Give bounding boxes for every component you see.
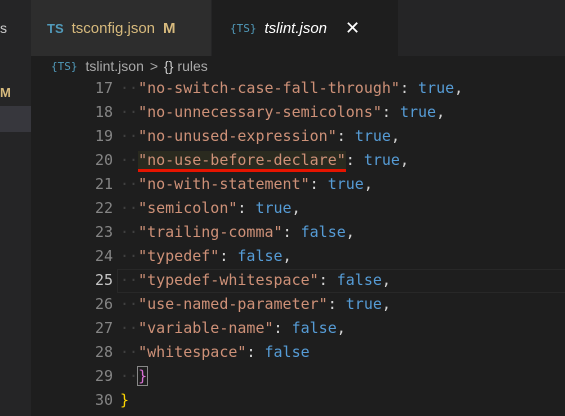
code-line: 21 ··"no-with-statement": true,: [31, 172, 565, 196]
code-editor[interactable]: 17 ··"no-switch-case-fall-through": true…: [31, 76, 565, 416]
colon: :: [336, 127, 355, 145]
rule-value: true: [399, 103, 437, 121]
explorer-modified-badge: M: [0, 85, 11, 100]
comma: ,: [363, 175, 373, 193]
comma: ,: [399, 151, 409, 169]
rule-value: true: [418, 79, 455, 97]
rule-key: "whitespace": [138, 343, 247, 361]
comma: ,: [454, 79, 464, 97]
line-number: 27: [94, 319, 113, 337]
rule-key: "no-unused-expression": [138, 127, 337, 145]
colon: :: [309, 175, 328, 193]
code-line: 19 ··"no-unused-expression": true,: [31, 124, 565, 148]
tslint-file-icon: {TS}: [51, 59, 78, 73]
rule-value: true: [345, 295, 382, 313]
code-line: 27 ··"variable-name": false,: [31, 316, 565, 340]
line-number: 22: [94, 199, 113, 217]
colon: :: [219, 247, 238, 265]
colon: :: [327, 295, 346, 313]
code-line: 26 ··"use-named-parameter": true,: [31, 292, 565, 316]
colon: :: [381, 103, 400, 121]
breadcrumb: {TS} tslint.json > {} rules: [31, 56, 565, 76]
explorer-edge: s M: [0, 0, 31, 416]
modified-badge: M: [163, 19, 176, 37]
rule-key: "no-unnecessary-semicolons": [138, 103, 382, 121]
code-line: 23 ··"trailing-comma": false,: [31, 220, 565, 244]
tab-tsconfig[interactable]: TS tsconfig.json M: [31, 0, 211, 56]
comma: ,: [336, 319, 346, 337]
breadcrumb-file[interactable]: tslint.json: [86, 58, 144, 74]
rule-key: "trailing-comma": [138, 223, 283, 241]
rule-value: true: [363, 151, 400, 169]
typescript-file-icon: TS: [47, 20, 64, 36]
colon: :: [399, 79, 419, 97]
line-number: 20: [94, 151, 113, 169]
rule-key: "use-named-parameter": [138, 295, 328, 313]
code-line: 24 ··"typedef": false,: [31, 244, 565, 268]
line-number: 19: [94, 127, 113, 145]
rule-key: "semicolon": [138, 199, 238, 217]
comma: ,: [436, 103, 446, 121]
rule-value: false: [264, 343, 310, 361]
line-number: 25: [94, 271, 113, 289]
comma: ,: [381, 295, 391, 313]
tab-tslint[interactable]: {TS} tslint.json ✕: [212, 0, 398, 56]
closing-brace-matched: }: [137, 366, 149, 386]
line-number: 28: [94, 343, 113, 361]
comma: ,: [390, 127, 400, 145]
explorer-selected-row[interactable]: [0, 106, 31, 132]
rule-value: false: [300, 223, 346, 241]
chevron-right-icon: >: [149, 58, 159, 74]
code-line-current: 25 ··"typedef-whitespace": false,: [31, 268, 565, 292]
colon: :: [318, 271, 337, 289]
code-line: 20 ··"no-use-before-declare": true,: [31, 148, 565, 172]
rule-key: "typedef-whitespace": [138, 271, 319, 289]
code-line: 17 ··"no-switch-case-fall-through": true…: [31, 76, 565, 100]
colon: :: [246, 343, 265, 361]
colon: :: [273, 319, 292, 337]
editor-tab-bar: TS tsconfig.json M {TS} tslint.json ✕: [31, 0, 565, 56]
code-line: 28 ··"whitespace": false: [31, 340, 565, 364]
close-icon[interactable]: ✕: [345, 18, 360, 39]
line-number: 18: [94, 103, 113, 121]
rule-value: true: [327, 175, 364, 193]
code-line: 18 ··"no-unnecessary-semicolons": true,: [31, 100, 565, 124]
rule-value: false: [237, 247, 283, 265]
code-line: 22 ··"semicolon": true,: [31, 196, 565, 220]
rule-key: "typedef": [138, 247, 220, 265]
code-line: 29 ··}: [31, 364, 565, 388]
tab-label: tslint.json: [264, 19, 328, 37]
comma: ,: [291, 199, 301, 217]
code-line: 30 }: [31, 388, 565, 412]
rule-value: true: [354, 127, 391, 145]
line-number: 17: [94, 79, 113, 97]
line-number: 24: [94, 247, 113, 265]
explorer-overflow-text: s: [0, 20, 7, 36]
tab-label: tsconfig.json: [71, 19, 156, 37]
comma: ,: [381, 271, 391, 289]
line-number: 29: [94, 367, 113, 385]
breadcrumb-symbol[interactable]: rules: [177, 58, 207, 74]
rule-value: false: [291, 319, 337, 337]
object-symbol-icon: {}: [164, 58, 174, 74]
comma: ,: [345, 223, 355, 241]
colon: :: [237, 199, 256, 217]
rule-value: false: [336, 271, 382, 289]
rule-value: true: [255, 199, 292, 217]
rule-key: "no-switch-case-fall-through": [138, 79, 400, 97]
line-number: 30: [94, 391, 113, 409]
line-number: 26: [94, 295, 113, 313]
line-number: 21: [94, 175, 113, 193]
rule-key-lint-error[interactable]: "no-use-before-declare": [138, 151, 346, 172]
closing-brace: }: [120, 391, 130, 409]
rule-key: "variable-name": [138, 319, 274, 337]
colon: :: [282, 223, 301, 241]
tslint-file-icon: {TS}: [230, 21, 257, 35]
rule-key: "no-with-statement": [138, 175, 310, 193]
colon: :: [345, 151, 364, 169]
comma: ,: [282, 247, 292, 265]
line-number: 23: [94, 223, 113, 241]
